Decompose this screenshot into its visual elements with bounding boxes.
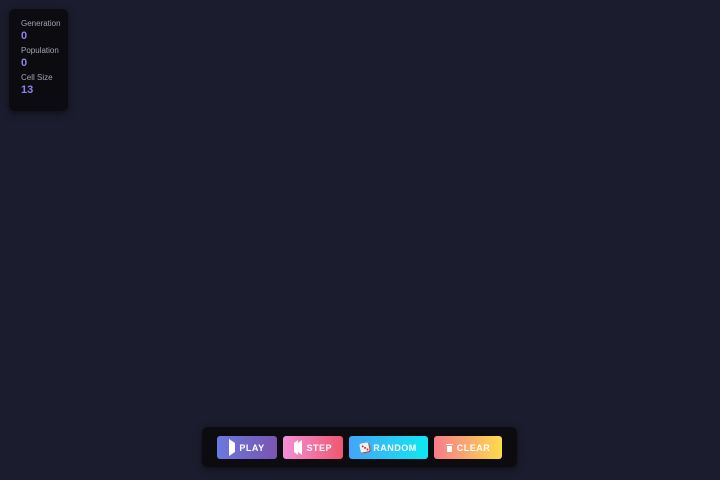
population-stat: Population 0 [21, 46, 68, 70]
random-button-label: RANDOM [373, 442, 417, 453]
step-button-label: STEP [306, 442, 332, 453]
control-bar: PLAY STEP RANDOM CLEAR [202, 427, 517, 467]
trash-icon [445, 443, 453, 452]
play-button-label: PLAY [239, 442, 265, 453]
game-grid-canvas[interactable] [0, 0, 720, 480]
generation-value: 0 [21, 30, 28, 42]
generation-stat: Generation 0 [21, 19, 68, 43]
play-icon [229, 438, 236, 456]
dice-icon [359, 442, 371, 453]
stats-panel: Generation 0 Population 0 Cell Size 13 [9, 9, 68, 111]
clear-button-label: CLEAR [456, 442, 491, 453]
step-button[interactable]: STEP [283, 436, 343, 459]
step-icon [294, 439, 303, 455]
play-button[interactable]: PLAY [217, 436, 277, 459]
population-value: 0 [21, 57, 28, 69]
generation-label: Generation [21, 19, 61, 28]
random-button[interactable]: RANDOM [349, 436, 428, 459]
cell-size-label: Cell Size [21, 73, 53, 82]
cell-size-stat: Cell Size 13 [21, 73, 68, 97]
cell-size-value: 13 [21, 84, 34, 96]
population-label: Population [21, 46, 59, 55]
clear-button[interactable]: CLEAR [434, 436, 502, 459]
